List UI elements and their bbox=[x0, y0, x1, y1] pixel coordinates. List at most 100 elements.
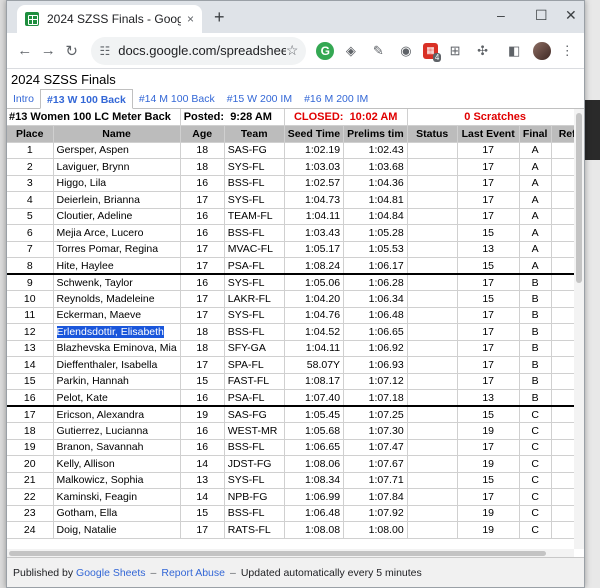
table-cell[interactable]: 1:06.93 bbox=[343, 356, 408, 374]
forward-arrow-icon[interactable]: → bbox=[36, 42, 59, 59]
table-cell[interactable]: A bbox=[519, 175, 552, 192]
table-cell[interactable]: B bbox=[519, 273, 552, 291]
table-cell[interactable]: 18 bbox=[180, 142, 225, 159]
table-cell[interactable]: 1:04.20 bbox=[284, 290, 345, 308]
table-cell[interactable]: 18 bbox=[180, 340, 225, 357]
table-cell[interactable]: Parkin, Hannah bbox=[53, 373, 181, 390]
table-cell[interactable]: 16 bbox=[180, 439, 225, 456]
table-cell[interactable]: 15 bbox=[7, 373, 54, 390]
table-cell[interactable]: BSS-FL bbox=[224, 175, 285, 192]
table-cell[interactable]: Erlendsdottir, Elisabeth bbox=[53, 323, 181, 341]
table-cell[interactable]: SYS-FL bbox=[224, 273, 285, 291]
table-cell[interactable]: 15 bbox=[457, 405, 520, 423]
table-cell[interactable]: 7 bbox=[7, 241, 54, 258]
table-cell[interactable]: 17 bbox=[457, 439, 520, 456]
table-cell[interactable]: SFY-GA bbox=[224, 340, 285, 357]
table-cell[interactable]: 15 bbox=[457, 257, 520, 275]
table-cell[interactable]: 16 bbox=[180, 208, 225, 225]
reload-icon[interactable]: ↻ bbox=[60, 42, 83, 60]
table-cell[interactable]: Gutierrez, Lucianna bbox=[53, 422, 181, 440]
table-cell[interactable]: 1:06.65 bbox=[284, 439, 345, 456]
table-cell[interactable]: 1:07.47 bbox=[343, 439, 408, 456]
table-cell[interactable]: TEAM-FL bbox=[224, 208, 285, 225]
table-cell[interactable] bbox=[407, 405, 458, 423]
table-cell[interactable]: 1:06.48 bbox=[343, 307, 408, 324]
table-cell[interactable]: SYS-FL bbox=[224, 191, 285, 209]
table-cell[interactable]: 17 bbox=[457, 158, 520, 176]
table-cell[interactable]: 1:08.00 bbox=[343, 521, 408, 539]
table-cell[interactable]: 17 bbox=[457, 273, 520, 291]
extensions-puzzle-icon[interactable]: ✣ bbox=[472, 40, 494, 62]
table-cell[interactable]: Deierlein, Brianna bbox=[53, 191, 181, 209]
table-cell[interactable]: 17 bbox=[457, 340, 520, 357]
table-cell[interactable]: 1:07.12 bbox=[343, 373, 408, 390]
table-cell[interactable]: 15 bbox=[180, 373, 225, 390]
table-cell[interactable]: C bbox=[519, 488, 552, 506]
sheet-tab[interactable]: #16 M 200 IM bbox=[298, 89, 374, 109]
table-cell[interactable]: 16 bbox=[7, 389, 54, 407]
table-cell[interactable]: 1:08.17 bbox=[284, 373, 345, 390]
table-cell[interactable]: 1:05.17 bbox=[284, 241, 345, 258]
table-cell[interactable]: 15 bbox=[180, 505, 225, 522]
table-cell[interactable]: Reynolds, Madeleine bbox=[53, 290, 181, 308]
back-arrow-icon[interactable]: ← bbox=[13, 42, 36, 59]
table-cell[interactable]: Kaminski, Feagin bbox=[53, 488, 181, 506]
table-cell[interactable]: 19 bbox=[457, 455, 520, 473]
table-cell[interactable]: 10 bbox=[7, 290, 54, 308]
table-cell[interactable]: C bbox=[519, 505, 552, 522]
table-cell[interactable]: B bbox=[519, 373, 552, 390]
horizontal-scrollbar[interactable] bbox=[7, 549, 574, 557]
table-cell[interactable]: NPB-FG bbox=[224, 488, 285, 506]
table-cell[interactable]: Gersper, Aspen bbox=[53, 142, 181, 159]
table-cell[interactable]: 1:08.08 bbox=[284, 521, 345, 539]
table-cell[interactable]: 17 bbox=[457, 323, 520, 341]
table-cell[interactable]: Eckerman, Maeve bbox=[53, 307, 181, 324]
table-cell[interactable]: BSS-FL bbox=[224, 439, 285, 456]
table-cell[interactable]: SYS-FL bbox=[224, 472, 285, 489]
camera-extension-icon[interactable]: ◉ bbox=[395, 40, 417, 62]
table-cell[interactable]: 17 bbox=[457, 191, 520, 209]
sheet-tab[interactable]: #15 W 200 IM bbox=[221, 89, 298, 109]
table-cell[interactable] bbox=[407, 158, 458, 176]
table-cell[interactable]: 58.07Y bbox=[284, 356, 345, 374]
table-cell[interactable]: 15 bbox=[457, 224, 520, 242]
sheet-tab[interactable]: #13 W 100 Back bbox=[40, 89, 133, 109]
table-cell[interactable]: 17 bbox=[180, 191, 225, 209]
table-cell[interactable]: SAS-FG bbox=[224, 142, 285, 159]
table-cell[interactable]: 1:02.43 bbox=[343, 142, 408, 159]
table-cell[interactable]: 1 bbox=[7, 142, 54, 159]
table-cell[interactable]: 17 bbox=[180, 356, 225, 374]
table-cell[interactable]: B bbox=[519, 323, 552, 341]
table-cell[interactable]: 18 bbox=[180, 158, 225, 176]
table-cell[interactable]: 17 bbox=[457, 208, 520, 225]
table-cell[interactable]: SAS-FG bbox=[224, 405, 285, 423]
table-cell[interactable]: Branon, Savannah bbox=[53, 439, 181, 456]
table-cell[interactable]: 1:06.17 bbox=[343, 257, 408, 275]
maximize-button[interactable]: ☐ bbox=[535, 7, 548, 24]
table-cell[interactable]: 2 bbox=[7, 158, 54, 176]
browser-tab[interactable]: 2024 SZSS Finals - Google Drive × bbox=[17, 5, 202, 33]
table-cell[interactable]: 1:08.34 bbox=[284, 472, 345, 489]
table-cell[interactable]: 1:03.43 bbox=[284, 224, 345, 242]
sheet-tab[interactable]: #14 M 100 Back bbox=[133, 89, 221, 109]
table-cell[interactable]: JDST-FG bbox=[224, 455, 285, 473]
table-cell[interactable]: FAST-FL bbox=[224, 373, 285, 390]
table-cell[interactable]: BSS-FL bbox=[224, 323, 285, 341]
table-cell[interactable]: 1:04.73 bbox=[284, 191, 345, 209]
table-cell[interactable] bbox=[407, 389, 458, 407]
table-cell[interactable]: 1:07.71 bbox=[343, 472, 408, 489]
table-cell[interactable] bbox=[407, 323, 458, 341]
layers-extension-icon[interactable]: ◈ bbox=[340, 40, 362, 62]
table-cell[interactable] bbox=[407, 257, 458, 275]
table-cell[interactable] bbox=[407, 439, 458, 456]
table-cell[interactable]: A bbox=[519, 191, 552, 209]
table-cell[interactable]: Pelot, Kate bbox=[53, 389, 181, 407]
sheet-tab[interactable]: Intro bbox=[7, 89, 40, 109]
table-cell[interactable] bbox=[407, 142, 458, 159]
table-cell[interactable]: A bbox=[519, 208, 552, 225]
tab-close-icon[interactable]: × bbox=[187, 12, 194, 26]
grammarly-extension-icon[interactable]: G bbox=[316, 41, 335, 60]
table-cell[interactable]: 14 bbox=[180, 488, 225, 506]
table-cell[interactable]: 1:03.03 bbox=[284, 158, 345, 176]
table-cell[interactable] bbox=[407, 472, 458, 489]
